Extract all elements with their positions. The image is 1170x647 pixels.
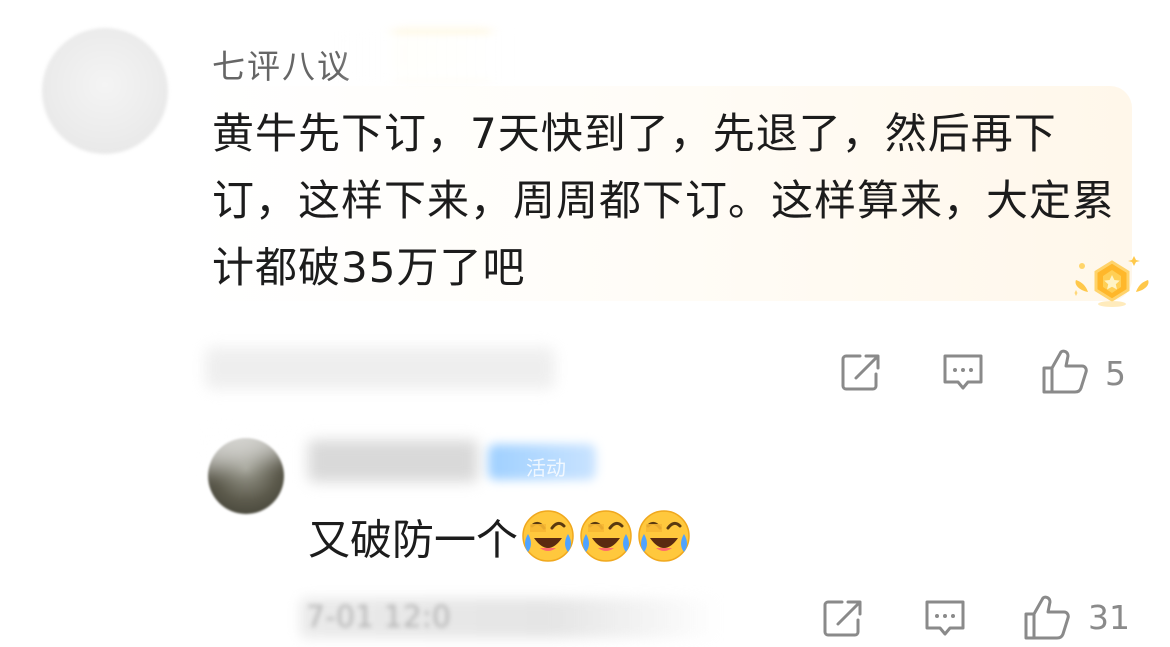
comment-meta-redacted: [205, 347, 555, 389]
thumbs-up-icon: [1042, 349, 1088, 394]
reply-icon: [943, 354, 983, 390]
share-icon: [823, 600, 862, 637]
laughing-crying-emoji-icon: [636, 508, 692, 578]
reply-meta-text: 7-01 12:0: [306, 600, 451, 635]
reply-like-button[interactable]: [1022, 592, 1072, 642]
reply-reply-button[interactable]: [922, 596, 968, 640]
username-redaction: [340, 32, 510, 82]
gold-medal-icon: [1070, 250, 1154, 312]
comment-text: 黄牛先下订，7天快到了，先退了，然后再下订，这样下来，周周都下订。这样算来，大定…: [212, 109, 1116, 292]
reply-text-content: 又破防一个: [308, 515, 519, 565]
reply-badge-label: 活动: [526, 456, 566, 480]
like-count: 5: [1105, 354, 1126, 393]
username[interactable]: 七评八议: [212, 40, 352, 88]
like-button[interactable]: [1040, 346, 1090, 396]
reply-button[interactable]: [940, 350, 986, 394]
thumbs-up-icon: [1024, 595, 1070, 640]
reply-share-button[interactable]: [820, 596, 866, 640]
reply-text: 又破防一个: [308, 508, 692, 578]
share-icon: [841, 354, 880, 391]
reply-like-count: 31: [1088, 598, 1130, 637]
share-button[interactable]: [838, 350, 884, 394]
avatar-redaction: [196, 420, 316, 490]
reply-icon: [925, 600, 965, 636]
reply-username-redacted[interactable]: [308, 440, 478, 482]
avatar[interactable]: [42, 28, 168, 154]
laughing-crying-emoji-icon: [578, 508, 634, 578]
laughing-crying-emoji-icon: [520, 508, 576, 578]
